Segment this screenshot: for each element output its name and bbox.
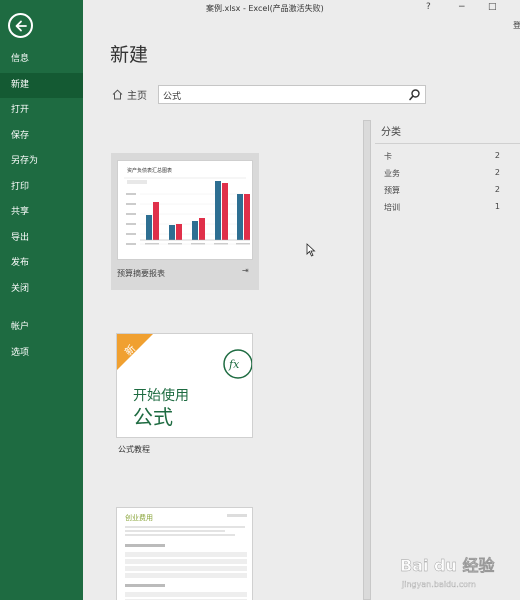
template-thumbnail: 资产负债表汇总图表 [117, 160, 253, 260]
startup-costs-preview: 创业费用 [125, 513, 247, 600]
home-label: 主页 [127, 91, 147, 102]
budget-chart-preview: 资产负债表汇总图表 [124, 167, 250, 245]
category-name: 卡 [384, 152, 392, 161]
window-title: 案例.xlsx - Excel(产品激活失败) [206, 4, 324, 13]
nav-options[interactable]: 选项 [0, 341, 83, 367]
title-bar: 案例.xlsx - Excel(产品激活失败) ? − □ [83, 0, 520, 18]
nav-account[interactable]: 帐户 [0, 315, 83, 341]
thumb-title-3: 创业费用 [125, 513, 153, 522]
category-item[interactable]: 卡 2 [375, 148, 500, 165]
page-title: 新建 [110, 44, 149, 66]
template-label: 预算摘要报表 [117, 269, 165, 278]
nav-divider [0, 302, 83, 315]
back-button[interactable] [8, 13, 33, 38]
scrollbar-thumb[interactable] [363, 120, 371, 600]
nav-save[interactable]: 保存 [0, 124, 83, 150]
nav-print[interactable]: 打印 [0, 175, 83, 201]
search-input[interactable] [163, 88, 403, 102]
nav-share[interactable]: 共享 [0, 200, 83, 226]
nav-new[interactable]: 新建 [0, 72, 83, 98]
category-item[interactable]: 预算 2 [375, 182, 500, 199]
category-count: 2 [494, 168, 500, 177]
category-item[interactable]: 培训 1 [375, 199, 500, 216]
home-icon [112, 89, 123, 100]
home-link[interactable]: 主页 [112, 87, 147, 102]
search-icon[interactable] [408, 88, 422, 102]
formula-tutorial-preview: 新 fx 开始使用 公式 [117, 334, 252, 429]
backstage-sidebar: 信息 新建 打开 保存 另存为 打印 共享 导出 发布 关闭 帐户 选项 [0, 0, 83, 600]
nav-publish[interactable]: 发布 [0, 251, 83, 277]
help-button[interactable]: ? [426, 2, 431, 12]
thumb-title: 资产负债表汇总图表 [127, 167, 172, 174]
template-startup-costs[interactable]: 创业费用 [116, 507, 253, 600]
category-count: 2 [494, 185, 500, 194]
template-budget-summary[interactable]: 资产负债表汇总图表 预算摘要报表 ⇥ [111, 153, 259, 290]
mouse-cursor-icon [306, 243, 316, 257]
backstage-nav: 信息 新建 打开 保存 另存为 打印 共享 导出 发布 关闭 帐户 选项 [0, 47, 83, 366]
template-label-formula: 公式教程 [118, 445, 150, 454]
watermark-url: jingyan.baidu.com [401, 580, 476, 589]
category-item[interactable]: 业务 2 [375, 165, 500, 182]
nav-close[interactable]: 关闭 [0, 277, 83, 303]
watermark-brand: Bai du 经验 [400, 556, 495, 575]
category-count: 1 [494, 202, 500, 211]
arrow-left-icon [15, 20, 27, 31]
minimize-button[interactable]: − [458, 2, 466, 12]
baidu-watermark-logo: Bai du 经验 jingyan.baidu.com [400, 556, 496, 589]
thumb-line-2: 公式 [133, 405, 173, 429]
category-title: 分类 [381, 127, 401, 138]
search-box [158, 85, 426, 104]
category-name: 预算 [384, 186, 400, 195]
template-formula-tutorial[interactable]: 新 fx 开始使用 公式 [116, 333, 253, 438]
nav-info[interactable]: 信息 [0, 47, 83, 73]
scrollbar[interactable] [363, 120, 372, 600]
pin-icon[interactable]: ⇥ [242, 266, 249, 275]
category-count: 2 [494, 151, 500, 160]
category-name: 业务 [384, 169, 400, 178]
thumb-line-1: 开始使用 [133, 387, 189, 404]
nav-open[interactable]: 打开 [0, 98, 83, 124]
nav-save-as[interactable]: 另存为 [0, 149, 83, 175]
nav-export[interactable]: 导出 [0, 226, 83, 252]
category-name: 培训 [384, 203, 400, 212]
signin-link[interactable]: 登 [513, 20, 520, 31]
category-divider [375, 143, 520, 144]
fx-icon: fx [228, 358, 240, 371]
maximize-button[interactable]: □ [488, 2, 497, 12]
